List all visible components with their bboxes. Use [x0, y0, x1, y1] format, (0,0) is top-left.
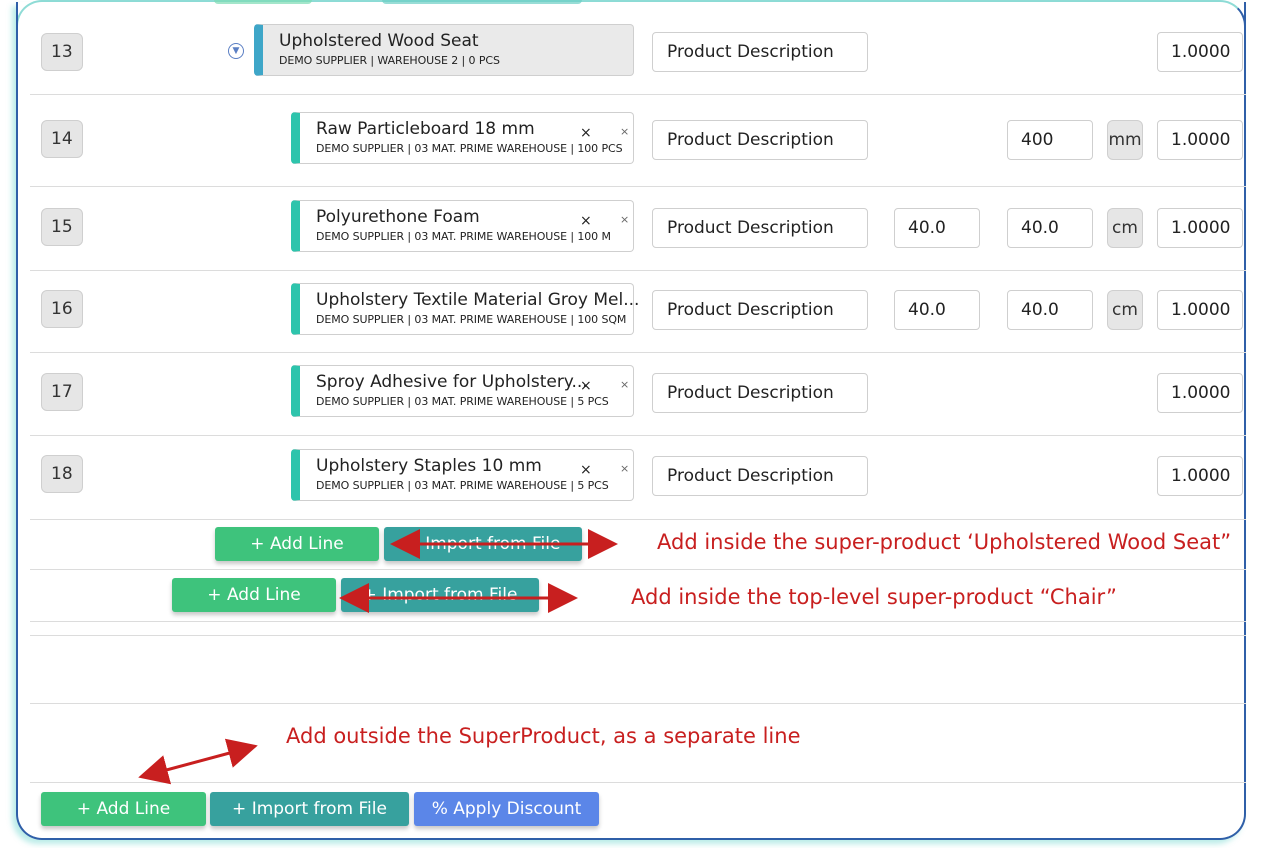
table-row: 15 Polyurethone Foam DEMO SUPPLIER | 03 …	[30, 186, 1246, 271]
divider	[30, 621, 1246, 622]
product-name: Upholstery Textile Material Groy Mel...	[316, 290, 640, 310]
product-details: DEMO SUPPLIER | 03 MAT. PRIME WAREHOUSE …	[316, 230, 611, 243]
unit-badge: mm	[1107, 120, 1143, 160]
clear-icon[interactable]: ×	[580, 125, 592, 141]
dimension-input[interactable]: 40.0	[1007, 290, 1093, 330]
add-line-button[interactable]: + Add Line	[172, 578, 336, 612]
description-input[interactable]: Product Description	[652, 208, 868, 248]
line-number: 16	[41, 290, 83, 328]
table-row: 18 Upholstery Staples 10 mm DEMO SUPPLIE…	[30, 435, 1246, 520]
clear-icon[interactable]: ×	[580, 213, 592, 229]
import-from-file-button[interactable]: + Import from File	[341, 578, 539, 612]
clear-icon[interactable]: ×	[580, 462, 592, 478]
add-line-button[interactable]: + Add Line	[41, 792, 206, 826]
quantity-input[interactable]: 1.0000	[1157, 290, 1243, 330]
divider	[30, 703, 1246, 704]
table-row: 16 Upholstery Textile Material Groy Mel.…	[30, 270, 1246, 353]
annotation-top: Add inside the top-level super-product “…	[631, 585, 1117, 609]
line-number: 18	[41, 455, 83, 493]
divider	[30, 569, 1246, 570]
product-details: DEMO SUPPLIER | 03 MAT. PRIME WAREHOUSE …	[316, 313, 627, 326]
dimension-input[interactable]: 40.0	[1007, 208, 1093, 248]
line-number: 17	[41, 373, 83, 411]
chevron-down-icon[interactable]: ▼	[228, 43, 244, 59]
close-icon[interactable]: ×	[620, 125, 629, 138]
close-icon[interactable]: ×	[620, 213, 629, 226]
previous-add-button-edge	[214, 0, 312, 4]
description-input[interactable]: Product Description	[652, 456, 868, 496]
previous-import-button-edge	[382, 0, 582, 4]
unit-badge: cm	[1107, 208, 1143, 248]
product-details: DEMO SUPPLIER | 03 MAT. PRIME WAREHOUSE …	[316, 395, 609, 408]
clear-icon[interactable]: ×	[580, 378, 592, 394]
product-select[interactable]: Upholstered Wood Seat DEMO SUPPLIER | WA…	[254, 24, 634, 76]
apply-discount-button[interactable]: % Apply Discount	[414, 792, 599, 826]
product-select[interactable]: Sproy Adhesive for Upholstery... DEMO SU…	[291, 365, 634, 417]
quantity-input[interactable]: 1.0000	[1157, 456, 1243, 496]
description-input[interactable]: Product Description	[652, 32, 868, 72]
product-name: Polyurethone Foam	[316, 207, 480, 227]
divider	[30, 782, 1246, 783]
description-input[interactable]: Product Description	[652, 290, 868, 330]
dimension-input[interactable]: 40.0	[894, 208, 980, 248]
table-row: 17 Sproy Adhesive for Upholstery... DEMO…	[30, 352, 1246, 436]
product-name: Sproy Adhesive for Upholstery...	[316, 372, 588, 392]
add-line-button[interactable]: + Add Line	[215, 527, 379, 561]
dimension-input[interactable]: 400	[1007, 120, 1093, 160]
close-icon[interactable]: ×	[620, 378, 629, 391]
product-select[interactable]: Polyurethone Foam DEMO SUPPLIER | 03 MAT…	[291, 200, 634, 252]
line-number: 14	[41, 120, 83, 158]
product-details: DEMO SUPPLIER | WAREHOUSE 2 | 0 PCS	[279, 54, 500, 67]
import-from-file-button[interactable]: + Import from File	[384, 527, 582, 561]
description-input[interactable]: Product Description	[652, 120, 868, 160]
product-select[interactable]: Upholstery Staples 10 mm DEMO SUPPLIER |…	[291, 449, 634, 501]
line-number: 13	[41, 33, 83, 71]
annotation-inner: Add inside the super-product ‘Upholstere…	[657, 530, 1232, 554]
import-from-file-button[interactable]: + Import from File	[210, 792, 409, 826]
quantity-input[interactable]: 1.0000	[1157, 120, 1243, 160]
quantity-input[interactable]: 1.0000	[1157, 208, 1243, 248]
product-details: DEMO SUPPLIER | 03 MAT. PRIME WAREHOUSE …	[316, 142, 623, 155]
close-icon[interactable]: ×	[620, 462, 629, 475]
product-select[interactable]: Upholstery Textile Material Groy Mel... …	[291, 283, 639, 335]
unit-badge: cm	[1107, 290, 1143, 330]
description-input[interactable]: Product Description	[652, 373, 868, 413]
divider	[30, 635, 1246, 636]
product-details: DEMO SUPPLIER | 03 MAT. PRIME WAREHOUSE …	[316, 479, 609, 492]
product-select[interactable]: Raw Particleboard 18 mm DEMO SUPPLIER | …	[291, 112, 634, 164]
annotation-outside: Add outside the SuperProduct, as a separ…	[286, 724, 801, 748]
line-number: 15	[41, 208, 83, 246]
product-name: Upholstered Wood Seat	[279, 31, 479, 51]
quantity-input[interactable]: 1.0000	[1157, 373, 1243, 413]
quantity-input[interactable]: 1.0000	[1157, 32, 1243, 72]
product-name: Raw Particleboard 18 mm	[316, 119, 535, 139]
table-row: 13 ▼ Upholstered Wood Seat DEMO SUPPLIER…	[30, 8, 1246, 95]
product-name: Upholstery Staples 10 mm	[316, 456, 542, 476]
dimension-input[interactable]: 40.0	[894, 290, 980, 330]
table-row: 14 Raw Particleboard 18 mm DEMO SUPPLIER…	[30, 94, 1246, 187]
